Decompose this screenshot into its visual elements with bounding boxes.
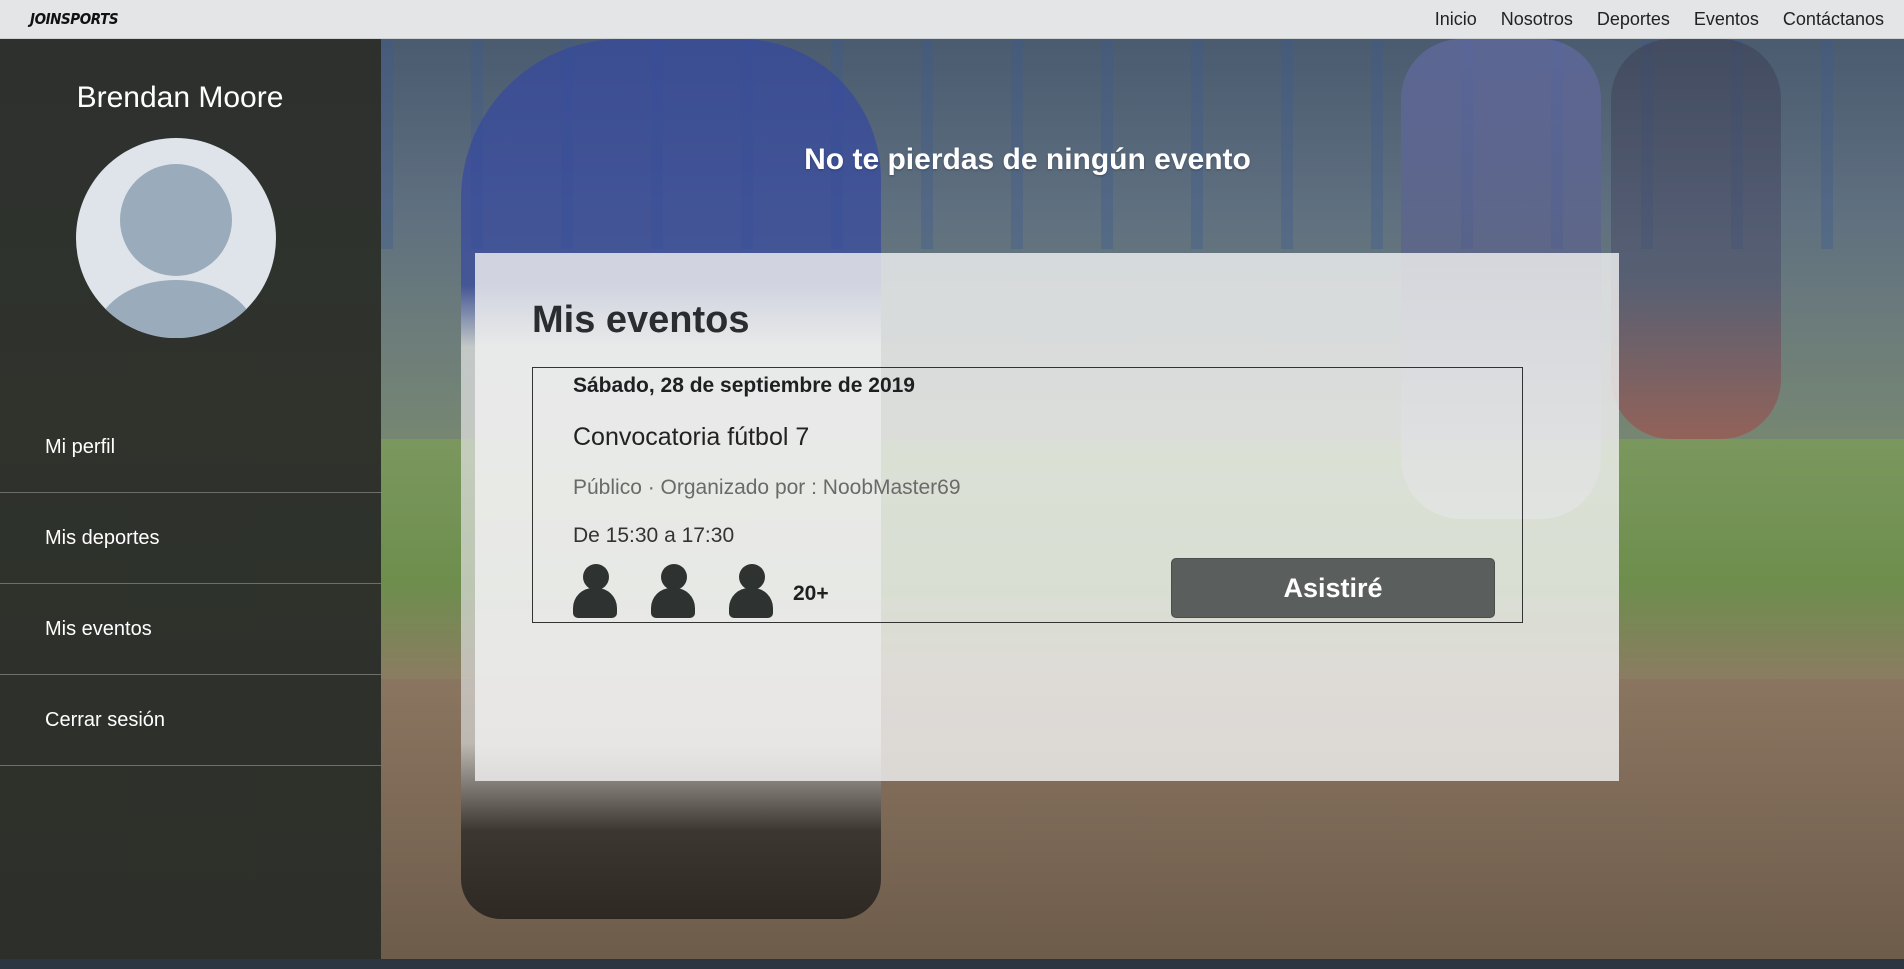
nav-link-deportes[interactable]: Deportes bbox=[1597, 9, 1670, 30]
avatar-body bbox=[96, 280, 256, 338]
sidebar-item-cerrar-sesion[interactable]: Cerrar sesión bbox=[0, 675, 381, 766]
event-date: Sábado, 28 de septiembre de 2019 bbox=[573, 374, 915, 397]
attend-button[interactable]: Asistiré bbox=[1171, 558, 1495, 618]
attendee-count: 20+ bbox=[793, 582, 829, 605]
avatar-head bbox=[120, 164, 232, 276]
nav-link-nosotros[interactable]: Nosotros bbox=[1501, 9, 1573, 30]
sidebar-item-mis-deportes[interactable]: Mis deportes bbox=[0, 493, 381, 584]
person-icon bbox=[729, 564, 773, 618]
nav-link-contactanos[interactable]: Contáctanos bbox=[1783, 9, 1884, 30]
sidebar-item-mis-eventos[interactable]: Mis eventos bbox=[0, 584, 381, 675]
person-icon bbox=[651, 564, 695, 618]
sidebar: Brendan Moore Mi perfil Mis deportes Mis… bbox=[0, 39, 381, 959]
sidebar-menu: Mi perfil Mis deportes Mis eventos Cerra… bbox=[0, 402, 381, 766]
user-avatar-icon bbox=[76, 138, 276, 338]
event-time: De 15:30 a 17:30 bbox=[573, 524, 735, 547]
top-navbar: JOINSPORTS Inicio Nosotros Deportes Even… bbox=[0, 0, 1904, 39]
brand-logo[interactable]: JOINSPORTS bbox=[30, 10, 119, 28]
nav-links: Inicio Nosotros Deportes Eventos Contáct… bbox=[1435, 9, 1884, 30]
event-meta: Público · Organizado por : NoobMaster69 bbox=[573, 476, 961, 499]
footer-bar bbox=[0, 959, 1904, 969]
hero-background: No te pierdas de ningún evento Mis event… bbox=[381, 39, 1904, 959]
nav-link-eventos[interactable]: Eventos bbox=[1694, 9, 1759, 30]
hero-title: No te pierdas de ningún evento bbox=[804, 143, 1251, 176]
events-panel: Mis eventos Sábado, 28 de septiembre de … bbox=[475, 253, 1619, 781]
user-name: Brendan Moore bbox=[76, 81, 284, 114]
sidebar-item-mi-perfil[interactable]: Mi perfil bbox=[0, 402, 381, 493]
background-player bbox=[1611, 39, 1781, 439]
events-title: Mis eventos bbox=[532, 299, 750, 341]
event-attendees: 20+ bbox=[573, 564, 829, 618]
event-card: Sábado, 28 de septiembre de 2019 Convoca… bbox=[532, 367, 1523, 623]
person-icon bbox=[573, 564, 617, 618]
nav-link-inicio[interactable]: Inicio bbox=[1435, 9, 1477, 30]
event-name[interactable]: Convocatoria fútbol 7 bbox=[573, 423, 809, 452]
